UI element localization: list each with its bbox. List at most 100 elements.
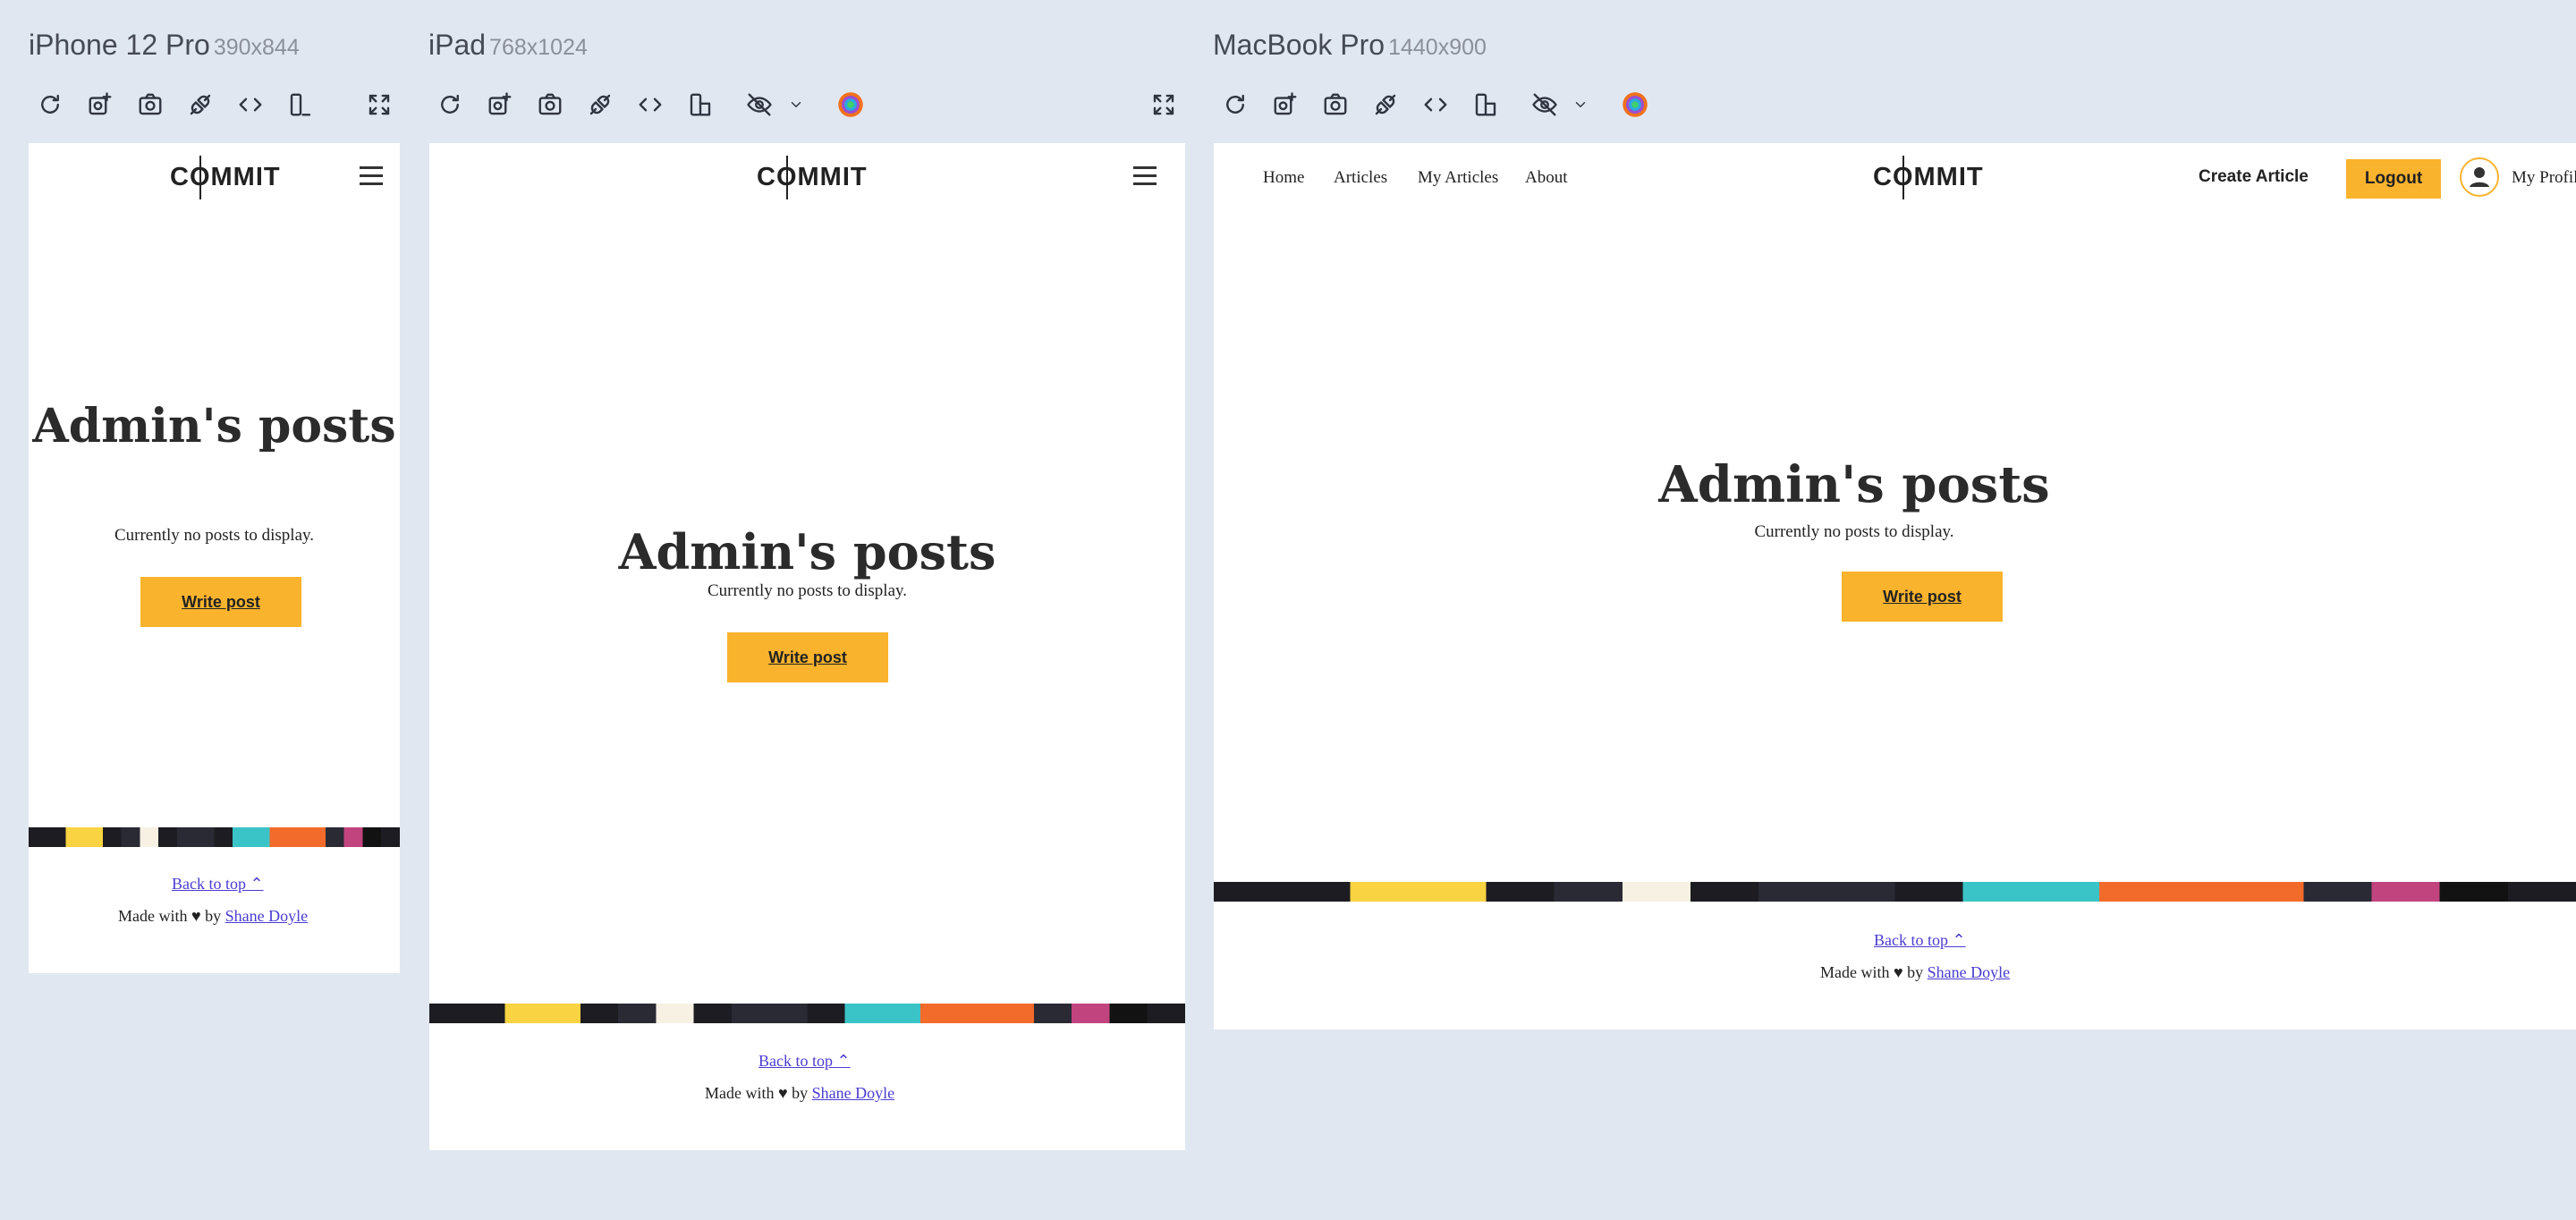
write-post-button[interactable]: Write post [727,632,888,682]
rotate-button[interactable] [1468,87,1504,123]
screenshot-full-icon [488,92,512,115]
device-title-macbook: MacBook Pro 1440x900 [1213,29,1487,62]
heart-icon: ♥ [191,907,201,925]
chevron-down-icon [791,102,801,107]
screenshot-button[interactable] [1318,87,1353,123]
footer-credit: Made with ♥ by Shane Doyle [705,1084,895,1102]
browser-button[interactable] [1617,87,1653,123]
page-title: Admin's posts [32,399,396,453]
rotate-device-icon [1475,93,1496,116]
code-button[interactable] [632,87,668,123]
chevrons-up-icon: ⌃ [1952,931,1966,949]
macbook-viewport: Home Articles My Articles About COMMIT C… [1214,143,2576,1029]
footer-credit: Made with ♥ by Shane Doyle [1820,963,2011,981]
device-title-ipad: iPad 768x1024 [428,29,588,62]
rotate-button[interactable] [283,87,318,123]
hide-options-button[interactable] [778,87,814,123]
page-title: Admin's posts [1658,455,2050,514]
screenshot-full-icon [1274,92,1297,115]
iphone-viewport: COMMIT Admin's posts Currently no posts … [29,143,400,973]
camera-icon [1324,93,1347,115]
author-link[interactable]: Shane Doyle [1928,963,2010,981]
hamburger-menu-icon[interactable] [360,166,383,185]
refresh-button[interactable] [1217,87,1253,123]
hide-icon [1532,93,1557,116]
site-logo[interactable]: COMMIT [170,163,281,192]
device-name: iPad [428,29,487,61]
author-link[interactable]: Shane Doyle [812,1084,894,1102]
chevrons-up-icon: ⌃ [836,1052,851,1070]
my-profile-link[interactable]: My Profile [2512,168,2576,188]
nav-home-link[interactable]: Home [1263,168,1304,188]
full-screenshot-button[interactable] [82,87,118,123]
page-title: Admin's posts [618,523,996,580]
refresh-icon [441,94,459,114]
fullscreen-button[interactable] [1146,87,1182,123]
nav-about-link[interactable]: About [1525,168,1568,188]
sync-link-icon [190,94,211,115]
footer-credit: Made with ♥ by Shane Doyle [118,907,309,925]
site-logo[interactable]: COMMIT [1873,163,1984,192]
code-button[interactable] [233,87,268,123]
refresh-button[interactable] [32,87,68,123]
user-icon [2462,160,2496,194]
sync-button[interactable] [582,87,618,123]
hide-options-button[interactable] [1563,87,1598,123]
device-dims: 768x1024 [489,35,588,60]
device-name: MacBook Pro [1213,29,1385,61]
rotate-button[interactable] [682,87,718,123]
rotate-device-icon [290,93,311,116]
heart-icon: ♥ [1893,963,1903,981]
refresh-icon [1226,94,1244,114]
user-avatar-icon[interactable] [2460,157,2499,197]
back-to-top-link[interactable]: Back to top ⌃ [758,1052,851,1071]
code-icon [1424,97,1447,112]
rotate-device-icon [690,93,711,116]
sync-button[interactable] [1368,87,1403,123]
heart-icon: ♥ [777,1084,788,1102]
code-button[interactable] [1418,87,1453,123]
screenshot-button[interactable] [532,87,568,123]
hide-button[interactable] [741,87,777,123]
sync-button[interactable] [182,87,218,123]
refresh-icon [41,94,59,114]
camera-icon [538,93,562,115]
site-logo[interactable]: COMMIT [757,163,868,192]
camera-icon [139,93,162,115]
create-article-link[interactable]: Create Article [2199,167,2309,187]
full-screenshot-button[interactable] [1267,87,1303,123]
logout-button[interactable]: Logout [2346,159,2441,199]
browser-icon [1623,92,1648,117]
decorative-stripe [1214,882,2576,902]
full-screenshot-button[interactable] [482,87,518,123]
write-post-button[interactable]: Write post [1842,572,2003,622]
sync-link-icon [1375,94,1396,115]
device-dims: 1440x900 [1388,35,1487,60]
sync-link-icon [589,94,611,115]
write-post-button[interactable]: Write post [140,577,301,627]
decorative-stripe [29,827,400,847]
hamburger-menu-icon[interactable] [1133,166,1157,185]
hide-button[interactable] [1527,87,1563,123]
device-name: iPhone 12 Pro [29,29,210,61]
nav-articles-link[interactable]: Articles [1334,168,1387,188]
refresh-button[interactable] [432,87,468,123]
browser-button[interactable] [833,87,869,123]
back-to-top-link[interactable]: Back to top ⌃ [1874,931,1966,950]
fullscreen-icon [1153,94,1174,115]
nav-my-articles-link[interactable]: My Articles [1418,168,1498,188]
fullscreen-button[interactable] [361,87,397,123]
code-icon [639,97,662,112]
decorative-stripe [429,1004,1185,1023]
empty-state-text: Currently no posts to display. [114,526,315,545]
screenshot-full-icon [89,92,112,115]
screenshot-button[interactable] [132,87,168,123]
chevrons-up-icon: ⌃ [250,875,264,893]
browser-icon [838,92,863,117]
back-to-top-link[interactable]: Back to top ⌃ [172,875,264,894]
empty-state-text: Currently no posts to display. [707,581,908,600]
ipad-viewport: COMMIT Admin's posts Currently no posts … [429,143,1185,1150]
author-link[interactable]: Shane Doyle [225,907,308,925]
empty-state-text: Currently no posts to display. [1754,522,1954,541]
device-dims: 390x844 [213,35,300,60]
